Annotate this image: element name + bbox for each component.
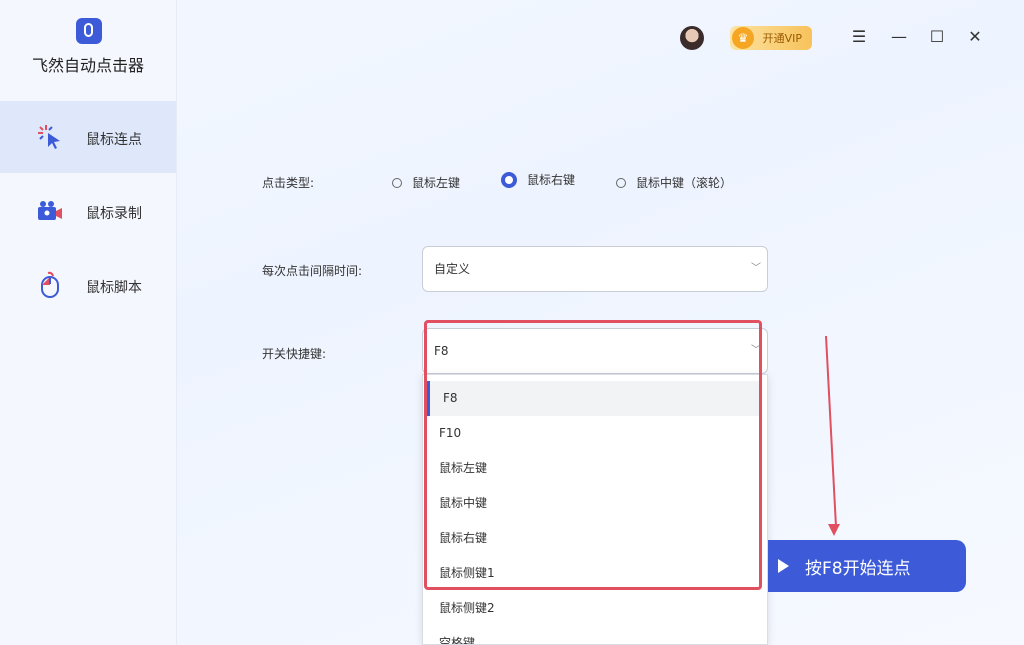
dropdown-option[interactable]: 鼠标侧键1	[427, 556, 759, 591]
click-type-label: 点击类型:	[262, 176, 315, 190]
mouse-icon	[41, 271, 59, 298]
hotkey-dropdown: F8 F10 鼠标左键 鼠标中键 鼠标右键 鼠标侧键1 鼠标侧键2 空格键	[422, 374, 768, 645]
dropdown-option[interactable]: F10	[427, 416, 759, 451]
vip-button[interactable]: ♛ 开通VIP	[730, 26, 812, 50]
hotkey-select[interactable]: F8 ﹀	[422, 328, 768, 374]
radio-checked-icon	[501, 171, 517, 188]
start-button-label: 按F8开始连点	[805, 558, 911, 579]
video-camera-icon	[38, 201, 62, 220]
sidebar-item-label: 鼠标脚本	[86, 280, 142, 296]
dropdown-option[interactable]: 鼠标中键	[427, 486, 759, 521]
interval-value: 自定义	[434, 262, 471, 276]
avatar[interactable]	[680, 26, 704, 50]
chevron-down-icon: ﹀	[751, 345, 761, 356]
sidebar: 飞然自动点击器 鼠标连点 鼠标录制 鼠标脚本	[0, 0, 177, 645]
cursor-click-icon	[38, 125, 60, 149]
start-clicking-button[interactable]: 按F8开始连点	[768, 540, 966, 592]
sidebar-item-label: 鼠标连点	[86, 132, 142, 148]
dropdown-option[interactable]: 鼠标侧键2	[427, 591, 759, 626]
menu-icon[interactable]: ☰	[850, 28, 868, 46]
dropdown-option[interactable]: F8	[427, 381, 759, 416]
sidebar-item-mouse-click[interactable]: 鼠标连点	[0, 101, 176, 173]
app-title: 飞然自动点击器	[31, 56, 144, 75]
dropdown-option[interactable]: 鼠标右键	[427, 521, 759, 556]
close-icon[interactable]: ✕	[966, 28, 984, 46]
chevron-down-icon: ﹀	[751, 263, 761, 274]
dropdown-option[interactable]: 空格键	[427, 626, 759, 644]
interval-select[interactable]: 自定义 ﹀	[422, 246, 768, 292]
play-icon	[778, 559, 789, 573]
radio-label: 鼠标中键（滚轮）	[636, 176, 733, 190]
interval-label: 每次点击间隔时间:	[262, 264, 363, 278]
sidebar-item-mouse-script[interactable]: 鼠标脚本	[0, 249, 176, 321]
crown-icon: ♛	[732, 27, 754, 49]
minimize-icon[interactable]: —	[890, 28, 908, 46]
radio-icon	[616, 177, 626, 188]
annotation-arrow-line	[825, 335, 837, 526]
dropdown-option[interactable]: 鼠标左键	[427, 451, 759, 486]
sidebar-item-mouse-record[interactable]: 鼠标录制	[0, 175, 176, 247]
maximize-icon[interactable]: ☐	[928, 28, 946, 46]
vip-label: 开通VIP	[762, 32, 802, 45]
annotation-arrow-head	[828, 524, 840, 536]
radio-label: 鼠标右键	[527, 173, 576, 187]
hotkey-label: 开关快捷键:	[262, 347, 327, 361]
hotkey-value: F8	[434, 344, 449, 358]
app-logo-icon	[76, 18, 102, 44]
radio-middle-button[interactable]: 鼠标中键（滚轮）	[616, 174, 732, 191]
sidebar-item-label: 鼠标录制	[86, 206, 142, 222]
radio-icon	[392, 177, 402, 188]
radio-right-button[interactable]: 鼠标右键	[501, 171, 575, 188]
radio-label: 鼠标左键	[412, 176, 461, 190]
radio-left-button[interactable]: 鼠标左键	[392, 174, 460, 191]
